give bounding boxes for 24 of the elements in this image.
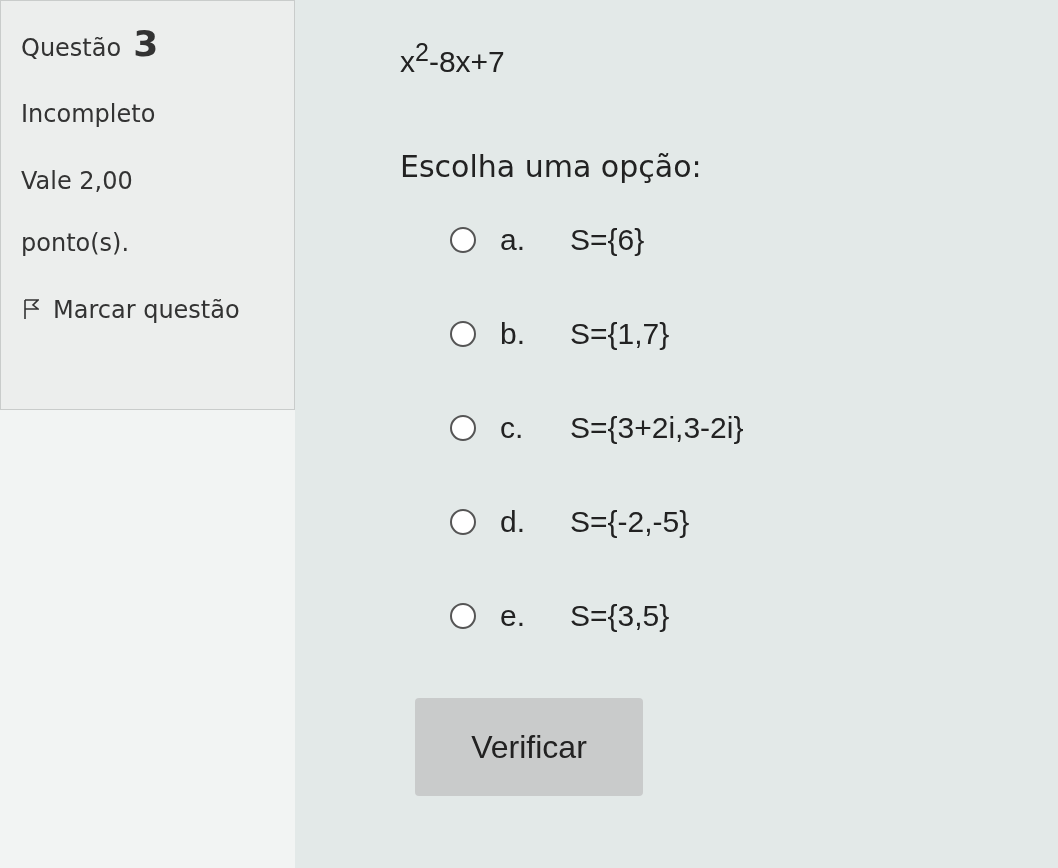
radio-button[interactable] (450, 321, 476, 347)
option-letter: d. (500, 505, 527, 539)
option-answer: S={1,7} (570, 317, 670, 351)
question-status: Incompleto (21, 100, 157, 128)
option-answer: S={3+2i,3-2i} (570, 411, 744, 445)
option-answer: S={-2,-5} (570, 505, 690, 539)
option-letter: e. (500, 599, 527, 633)
question-label: Questão (21, 34, 122, 62)
flag-icon (23, 298, 39, 320)
verify-button[interactable]: Verificar (415, 698, 643, 796)
radio-button[interactable] (450, 509, 476, 535)
question-expression: x$^{2}$-8x+7 (400, 38, 506, 79)
question-grade: Vale 2,00 ponto(s). (21, 166, 134, 259)
radio-button[interactable] (450, 415, 476, 441)
radio-button[interactable] (450, 227, 476, 253)
option-letter: c. (500, 411, 525, 445)
option-letter: b. (500, 317, 527, 351)
question-number: 3 (133, 23, 159, 64)
option-answer: S={6} (570, 223, 645, 257)
option-letter: a. (500, 223, 527, 257)
option-answer: S={3,5} (570, 599, 670, 633)
question-instruction: Escolha uma opção: (400, 149, 703, 184)
flag-question-link[interactable]: Marcar questão (21, 284, 241, 336)
radio-button[interactable] (450, 603, 476, 629)
